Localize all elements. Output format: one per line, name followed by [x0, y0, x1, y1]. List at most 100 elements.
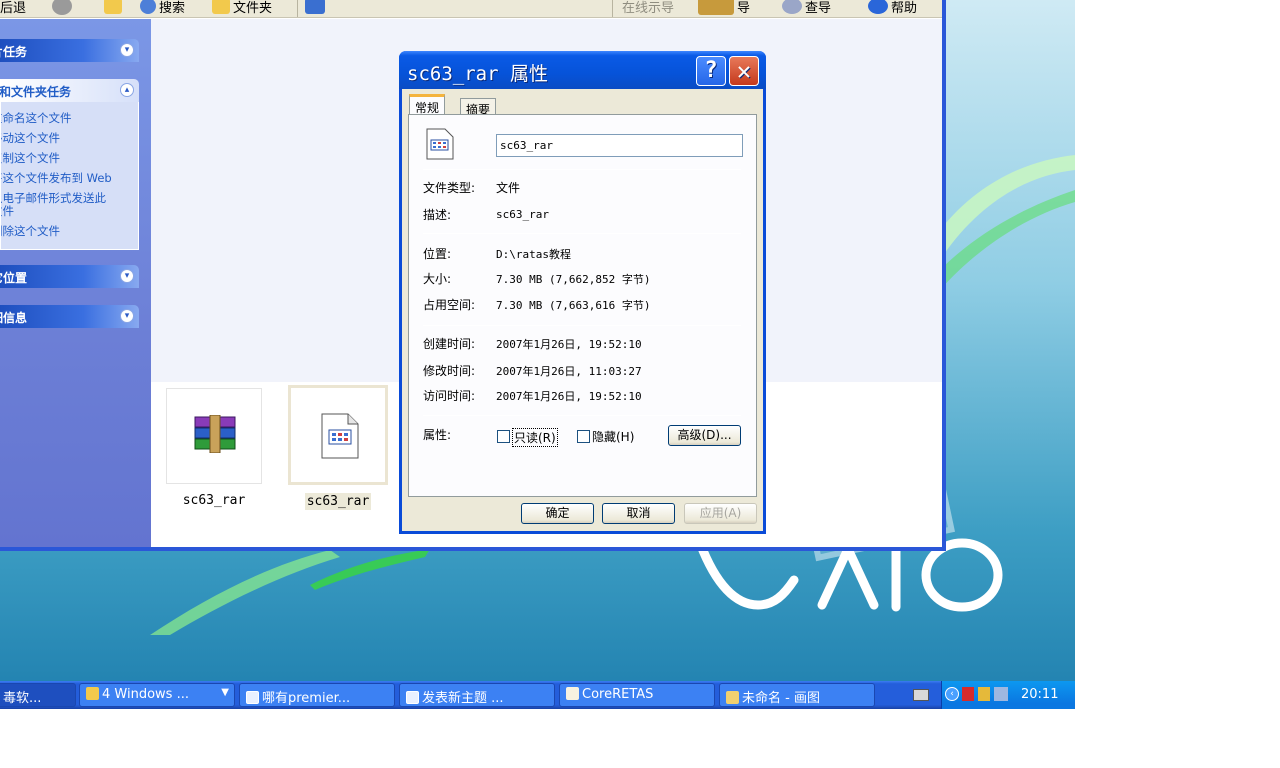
description-label: 描述: — [423, 208, 452, 222]
task-move-link[interactable]: 移动这个文件 — [1, 132, 138, 145]
group-title: 详细信息 — [0, 311, 28, 325]
description-value: sc63_rar — [496, 208, 549, 221]
file-item-selected[interactable]: sc63_rar — [288, 385, 388, 510]
winrar-archive-icon — [194, 415, 236, 453]
taskbar-label: 4 Windows ... — [102, 687, 189, 702]
clock[interactable]: 20:11 — [1021, 687, 1058, 702]
group-header-other-places[interactable]: 其它位置 ▾ — [0, 265, 139, 288]
modified-label: 修改时间: — [423, 364, 476, 378]
up-folder-button[interactable] — [104, 0, 122, 16]
file-item[interactable]: sc63_rar — [166, 388, 262, 509]
task-delete-link[interactable]: 删除这个文件 — [1, 225, 138, 238]
location-value: D:\ratas教程 — [496, 248, 571, 261]
chevron-down-icon[interactable]: ▾ — [120, 309, 134, 323]
created-value: 2007年1月26日, 19:52:10 — [496, 338, 642, 351]
close-button[interactable]: ✕ — [729, 56, 759, 86]
task-copy-link[interactable]: 复制这个文件 — [1, 152, 138, 165]
file-name: sc63_rar — [304, 493, 372, 510]
query-button[interactable]: 查导 — [782, 0, 831, 16]
tray-expand-icon[interactable]: ‹ — [945, 687, 959, 701]
taskbar-label: 毒软... — [3, 691, 42, 706]
views-button[interactable] — [305, 0, 325, 16]
antivirus-tray-icon[interactable] — [962, 687, 974, 701]
help-button[interactable]: 帮助 — [868, 0, 917, 16]
toolbar-separator — [297, 0, 298, 17]
hidden-checkbox[interactable] — [577, 430, 590, 443]
properties-dialog: sc63_rar 属性 ? ✕ 常规 摘要 sc63_rar 文件类型: 文件 … — [399, 51, 766, 534]
file-name: sc63_rar — [182, 493, 246, 508]
taskbar-label: CoreRETAS — [582, 687, 654, 702]
taskbar-label: 发表新主题 ... — [422, 691, 504, 706]
cancel-button[interactable]: 取消 — [602, 503, 675, 524]
address-label: 在线示导 — [622, 0, 675, 16]
lock-tray-icon[interactable] — [978, 687, 990, 701]
keyboard-icon[interactable] — [913, 689, 929, 701]
chevron-down-icon[interactable]: ▼ — [221, 687, 229, 698]
help-title-button[interactable]: ? — [696, 56, 726, 86]
size-on-disk-value: 7.30 MB (7,663,616 字节) — [496, 299, 651, 312]
accessed-value: 2007年1月26日, 19:52:10 — [496, 390, 642, 403]
size-on-disk-label: 占用空间: — [423, 298, 476, 312]
dialog-title: sc63_rar 属性 — [407, 63, 548, 85]
group-header-picture-tasks[interactable]: 图片任务 ▾ — [0, 39, 139, 62]
file-name-field[interactable]: sc63_rar — [496, 134, 743, 157]
ok-button[interactable]: 确定 — [521, 503, 594, 524]
folders-label: 文件夹 — [233, 0, 273, 16]
divider — [423, 325, 741, 326]
generic-file-icon — [321, 413, 359, 459]
tab-general-label: 常规 — [415, 101, 440, 115]
taskbar-button-coreretas[interactable]: CoreRETAS — [559, 683, 715, 707]
task-publish-link[interactable]: 将这个文件发布到 Web — [1, 172, 138, 185]
advanced-button[interactable]: 高级(D)... — [668, 425, 741, 446]
taskbar-button-premier[interactable]: 哪有premier... — [239, 683, 395, 707]
folder-icon — [86, 687, 99, 700]
chevron-down-icon[interactable]: ▾ — [120, 269, 134, 283]
gold-button[interactable]: 导 — [698, 0, 750, 16]
chevron-down-icon[interactable]: ▾ — [120, 43, 134, 57]
chevron-up-icon[interactable]: ▴ — [120, 83, 134, 97]
address-label-item: 在线示导 — [622, 0, 674, 16]
back-button[interactable]: 后退 — [0, 0, 26, 16]
readonly-label[interactable]: 只读(R) — [512, 428, 558, 447]
general-tab-panel: sc63_rar 文件类型: 文件 描述: sc63_rar 位置: D:\ra… — [408, 114, 757, 497]
ie-icon — [406, 691, 419, 704]
taskbar-button-new-topic[interactable]: 发表新主题 ... — [399, 683, 555, 707]
explorer-toolbar: 后退 搜索 文件夹 在线示导 导 查导 帮助 — [0, 0, 942, 18]
search-icon — [140, 0, 156, 14]
network-tray-icon[interactable] — [994, 687, 1008, 701]
query-icon — [782, 0, 802, 14]
group-title: 其它位置 — [0, 271, 28, 285]
taskbar-button-windows-group[interactable]: 4 Windows ... ▼ — [79, 683, 235, 707]
taskbar-button-paint[interactable]: 未命名 - 画图 — [719, 683, 875, 707]
task-email-link[interactable]: 以电子邮件形式发送此文件 — [1, 192, 116, 218]
help-icon — [868, 0, 888, 14]
query-label: 查导 — [805, 0, 832, 16]
gold-icon — [698, 0, 734, 15]
divider — [423, 415, 741, 416]
folders-button[interactable]: 文件夹 — [212, 0, 272, 16]
file-thumbnail — [166, 388, 262, 484]
group-header-file-tasks[interactable]: 文件和文件夹任务 ▴ — [0, 79, 139, 102]
apply-button[interactable]: 应用(A) — [684, 503, 757, 524]
taskbar-button-antivirus[interactable]: 毒软... — [0, 683, 76, 707]
divider — [423, 169, 741, 170]
generic-file-icon — [426, 128, 454, 160]
file-tasks-list: 重命名这个文件 移动这个文件 复制这个文件 将这个文件发布到 Web 以电子邮件… — [0, 102, 139, 250]
round-gray-icon — [52, 0, 72, 15]
dialog-title-bar[interactable]: sc63_rar 属性 ? ✕ — [399, 51, 766, 89]
wallpaper-swoosh — [940, 155, 1075, 290]
views-icon — [305, 0, 325, 14]
group-header-details[interactable]: 详细信息 ▾ — [0, 305, 139, 328]
dropdown-arrow-button[interactable] — [52, 0, 72, 16]
task-rename-link[interactable]: 重命名这个文件 — [1, 112, 138, 125]
readonly-checkbox[interactable] — [497, 430, 510, 443]
file-type-label: 文件类型: — [423, 181, 476, 195]
back-label: 后退 — [0, 0, 27, 16]
size-value: 7.30 MB (7,662,852 字节) — [496, 273, 651, 286]
hidden-label[interactable]: 隐藏(H) — [592, 428, 634, 445]
created-label: 创建时间: — [423, 337, 476, 351]
search-button[interactable]: 搜索 — [140, 0, 185, 16]
taskbar-label: 未命名 - 画图 — [742, 691, 820, 706]
taskbar: 毒软... 4 Windows ... ▼ 哪有premier... 发表新主题… — [0, 681, 1075, 709]
modified-value: 2007年1月26日, 11:03:27 — [496, 365, 642, 378]
